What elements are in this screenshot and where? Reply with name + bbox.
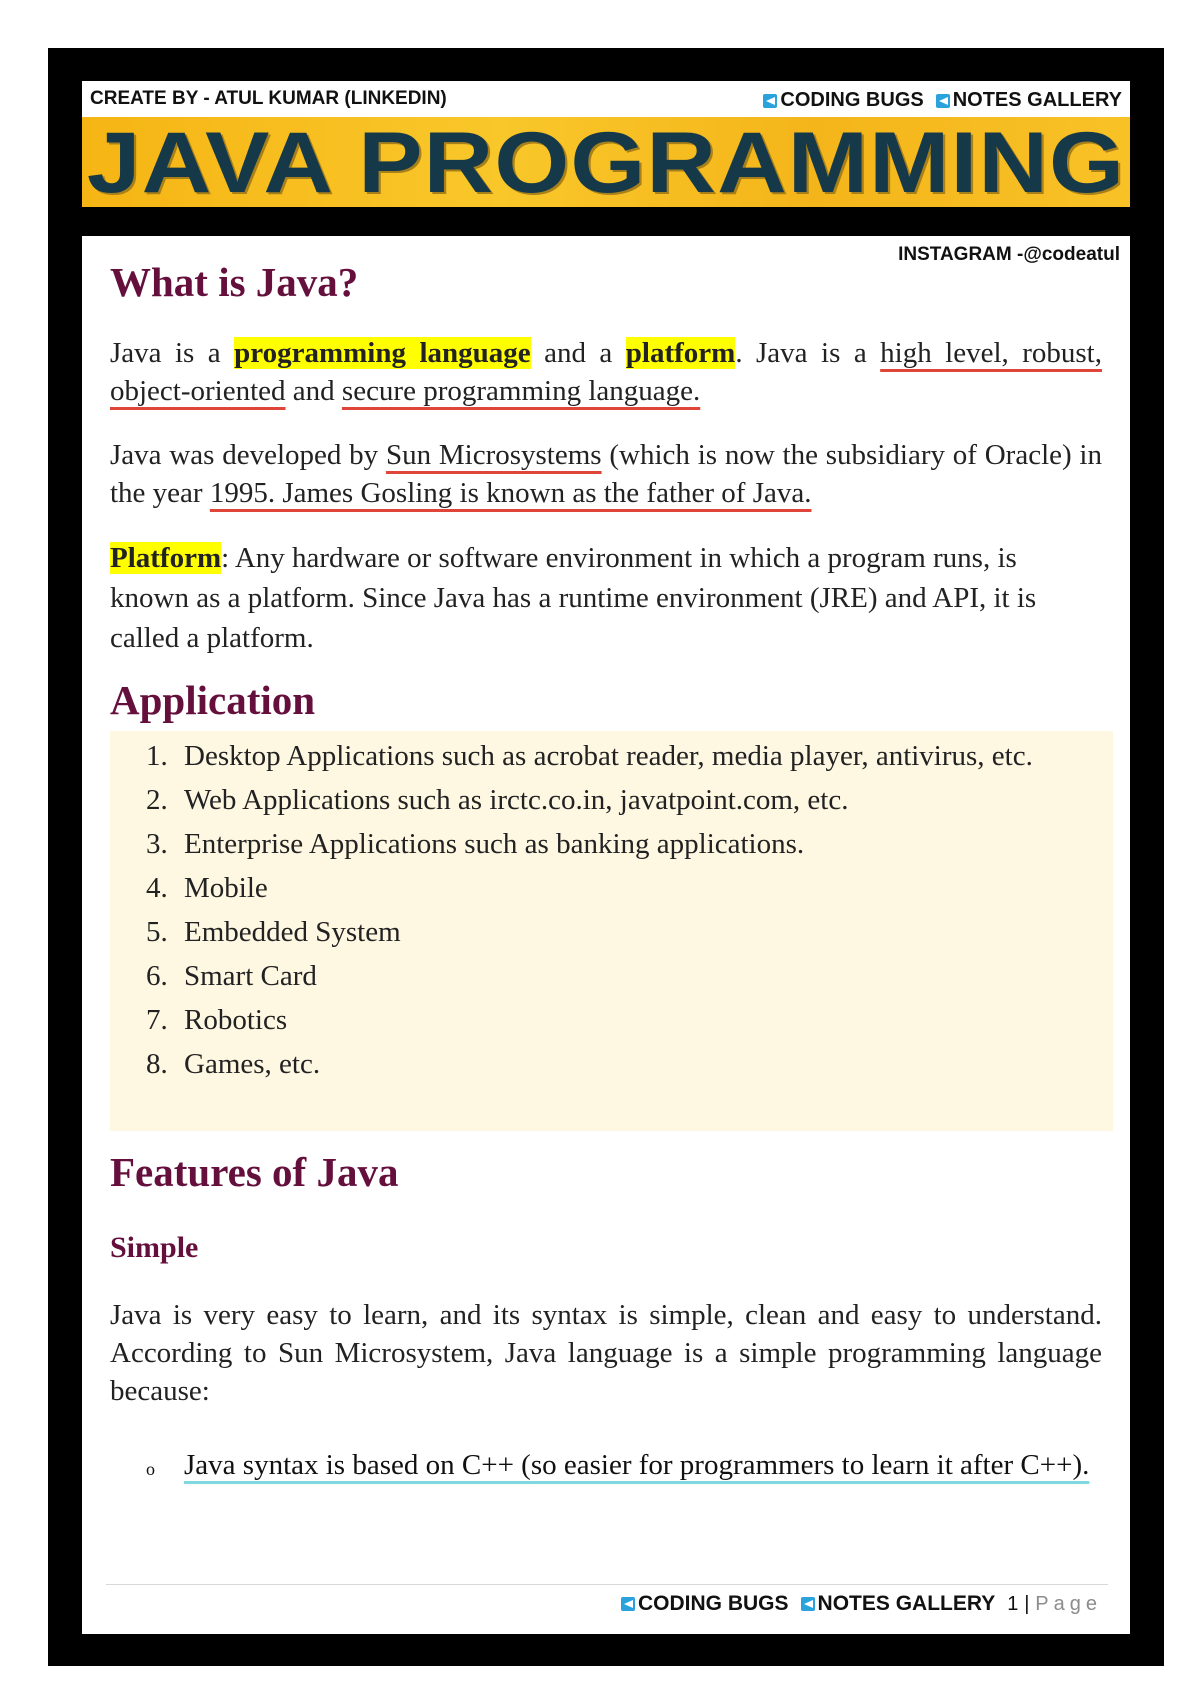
header-link-coding-bugs[interactable]: CODING BUGS [763, 89, 924, 112]
heading-features-of-java: Features of Java [110, 1149, 399, 1195]
title-banner: JAVA PROGRAMMING [82, 117, 1130, 207]
heading-what-is-java: What is Java? [110, 259, 359, 305]
header-links: CODING BUGS NOTES GALLERY [763, 89, 1122, 112]
paragraph-history: Java was developed by Sun Microsystems (… [110, 439, 1102, 509]
list-item: 4. Mobile [146, 872, 268, 904]
page-footer: CODING BUGS NOTES GALLERY 1 | Page [621, 1592, 1102, 1616]
paragraph-platform: Platform: Any hardware or software envir… [110, 542, 1037, 654]
underlined-text: secure programming language. [341, 375, 701, 407]
paragraph-intro: Java is a programming language and a pla… [110, 337, 1102, 407]
telegram-icon [763, 93, 778, 108]
list-item: 7. Robotics [146, 1004, 288, 1036]
telegram-icon [935, 93, 950, 108]
list-item: 8. Games, etc. [146, 1048, 321, 1080]
list-item: 5. Embedded System [146, 916, 401, 948]
list-item: 6. Smart Card [146, 960, 317, 992]
highlight-programming-language: programming language [234, 337, 531, 369]
bullet-marker: o [146, 1459, 155, 1479]
banner-title: JAVA PROGRAMMING [86, 115, 1126, 211]
link-label: NOTES GALLERY [952, 89, 1122, 111]
underlined-text: 1995. James Gosling is known as the fath… [209, 477, 812, 509]
header-band: CREATE BY - ATUL KUMAR (LINKEDIN) CODING… [82, 81, 1130, 117]
link-label: CODING BUGS [638, 1592, 789, 1615]
page-number: 1 [1007, 1593, 1019, 1615]
list-item: 3. Enterprise Applications such as bankin… [146, 828, 805, 860]
instagram-handle: INSTAGRAM -@codeatul [898, 244, 1120, 265]
list-item: 2. Web Applications such as irctc.co.in, … [146, 784, 849, 816]
list-item: 1. Desktop Applications such as acrobat r… [146, 740, 1033, 772]
underlined-text: Java syntax is based on C++ (so easier f… [184, 1449, 1090, 1481]
link-label: CODING BUGS [780, 89, 924, 111]
header-link-notes-gallery[interactable]: NOTES GALLERY [935, 89, 1122, 112]
application-list: 1. Desktop Applications such as acrobat r… [110, 731, 1113, 1131]
footer-link-coding-bugs[interactable]: CODING BUGS [621, 1592, 789, 1616]
page-label: Page [1035, 1593, 1102, 1615]
link-label: NOTES GALLERY [817, 1592, 996, 1615]
telegram-icon [800, 1597, 815, 1611]
highlight-platform: platform [625, 337, 736, 369]
paragraph-simple: Java is very easy to learn, and its synt… [110, 1299, 1102, 1407]
heading-application: Application [110, 677, 316, 723]
footer-divider [106, 1584, 1108, 1585]
page-separator: | [1024, 1593, 1030, 1615]
underlined-text: Sun Microsystems [385, 439, 602, 471]
telegram-icon [621, 1597, 636, 1611]
highlight-platform-term: Platform [110, 542, 222, 574]
heading-simple: Simple [110, 1231, 199, 1264]
document-page: INSTAGRAM -@codeatul What is Java? Java … [82, 236, 1130, 1634]
bullet-item: o Java syntax is based on C++ (so easier… [110, 1446, 1102, 1484]
footer-link-notes-gallery[interactable]: NOTES GALLERY [800, 1592, 996, 1616]
creator-credit: CREATE BY - ATUL KUMAR (LINKEDIN) [90, 88, 447, 109]
